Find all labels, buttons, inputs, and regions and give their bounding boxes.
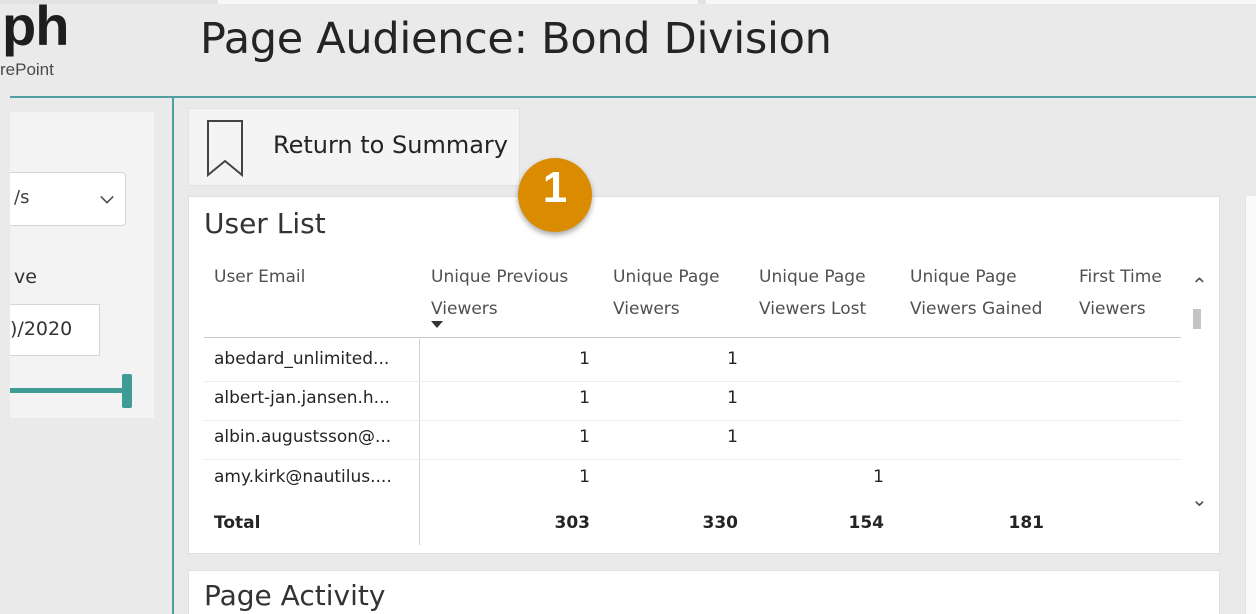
cell-email: albert-jan.jansen.h... (214, 388, 390, 408)
cell-unique-previous: 1 (579, 467, 590, 487)
cell-unique-page: 1 (727, 388, 738, 408)
cell-unique-page: 1 (727, 427, 738, 447)
chevron-down-icon[interactable]: ⌄ (1191, 487, 1208, 511)
date-input-value: )/2020 (10, 318, 73, 340)
date-slider-track[interactable] (10, 388, 126, 393)
row-divider (204, 420, 1181, 421)
column-header-unique-previous-viewers[interactable]: Unique Previous Viewers (431, 261, 591, 325)
total-label: Total (214, 513, 261, 533)
header: ph rePoint Page Audience: Bond Division (0, 0, 1256, 96)
chevron-down-icon (100, 190, 114, 204)
return-to-summary-label: Return to Summary (273, 131, 508, 159)
date-filter-label: ve (14, 266, 37, 288)
header-divider (10, 96, 1256, 98)
column-header-unique-page-viewers-lost[interactable]: Unique Page Viewers Lost (759, 261, 889, 325)
panel-divider (172, 98, 174, 614)
page-title: Page Audience: Bond Division (200, 14, 832, 64)
table-total-row: Total 303 330 154 181 (204, 509, 1181, 545)
total-unique-gained: 181 (1008, 513, 1045, 533)
total-unique-previous: 303 (554, 513, 591, 533)
cell-email: abedard_unlimited... (214, 349, 390, 369)
column-header-user-email[interactable]: User Email (214, 261, 305, 293)
logo-subtext: rePoint (0, 60, 54, 79)
table-row[interactable]: amy.kirk@nautilus.... 1 1 (204, 463, 1181, 499)
report-canvas: ph rePoint Page Audience: Bond Division … (0, 0, 1256, 614)
column-header-first-time-viewers[interactable]: First Time Viewers (1079, 261, 1179, 325)
return-to-summary-button[interactable]: Return to Summary (188, 108, 520, 186)
bookmark-icon (207, 120, 243, 177)
page-activity-title: Page Activity (204, 579, 386, 612)
cell-unique-previous: 1 (579, 349, 590, 369)
header-divider-line (204, 337, 1181, 338)
chevron-up-icon[interactable]: ⌃ (1191, 273, 1208, 297)
table-row[interactable]: albert-jan.jansen.h... 1 1 (204, 384, 1181, 420)
cell-unique-previous: 1 (579, 427, 590, 447)
sort-descending-icon (431, 321, 443, 328)
date-input[interactable]: )/2020 (10, 304, 100, 356)
user-list-table: User List User Email Unique Previous Vie… (188, 196, 1220, 554)
row-divider (204, 459, 1181, 460)
table-row[interactable]: albin.augustsson@... 1 1 (204, 423, 1181, 459)
row-divider (204, 381, 1181, 382)
cell-unique-previous: 1 (579, 388, 590, 408)
filter-panel: /s ve )/2020 (10, 112, 154, 418)
total-unique-lost: 154 (848, 513, 885, 533)
cell-unique-page: 1 (727, 349, 738, 369)
user-list-title: User List (204, 207, 326, 240)
column-header-unique-page-viewers-gained[interactable]: Unique Page Viewers Gained (910, 261, 1070, 325)
step-badge: 1 (518, 158, 592, 232)
right-panel-edge (1245, 196, 1256, 614)
scrollbar-thumb[interactable] (1193, 309, 1201, 329)
cell-unique-lost: 1 (873, 467, 884, 487)
column-header-unique-page-viewers[interactable]: Unique Page Viewers (613, 261, 743, 325)
table-row[interactable]: abedard_unlimited... 1 1 (204, 345, 1181, 381)
filter-dropdown-value: /s (14, 187, 30, 208)
cell-email: albin.augustsson@... (214, 427, 392, 447)
page-activity-panel: Page Activity (188, 570, 1220, 614)
logo-mark: ph (2, 0, 69, 57)
date-slider-handle[interactable] (122, 374, 132, 408)
filter-dropdown[interactable]: /s (10, 172, 126, 226)
cell-email: amy.kirk@nautilus.... (214, 467, 392, 487)
total-unique-page: 330 (702, 513, 739, 533)
